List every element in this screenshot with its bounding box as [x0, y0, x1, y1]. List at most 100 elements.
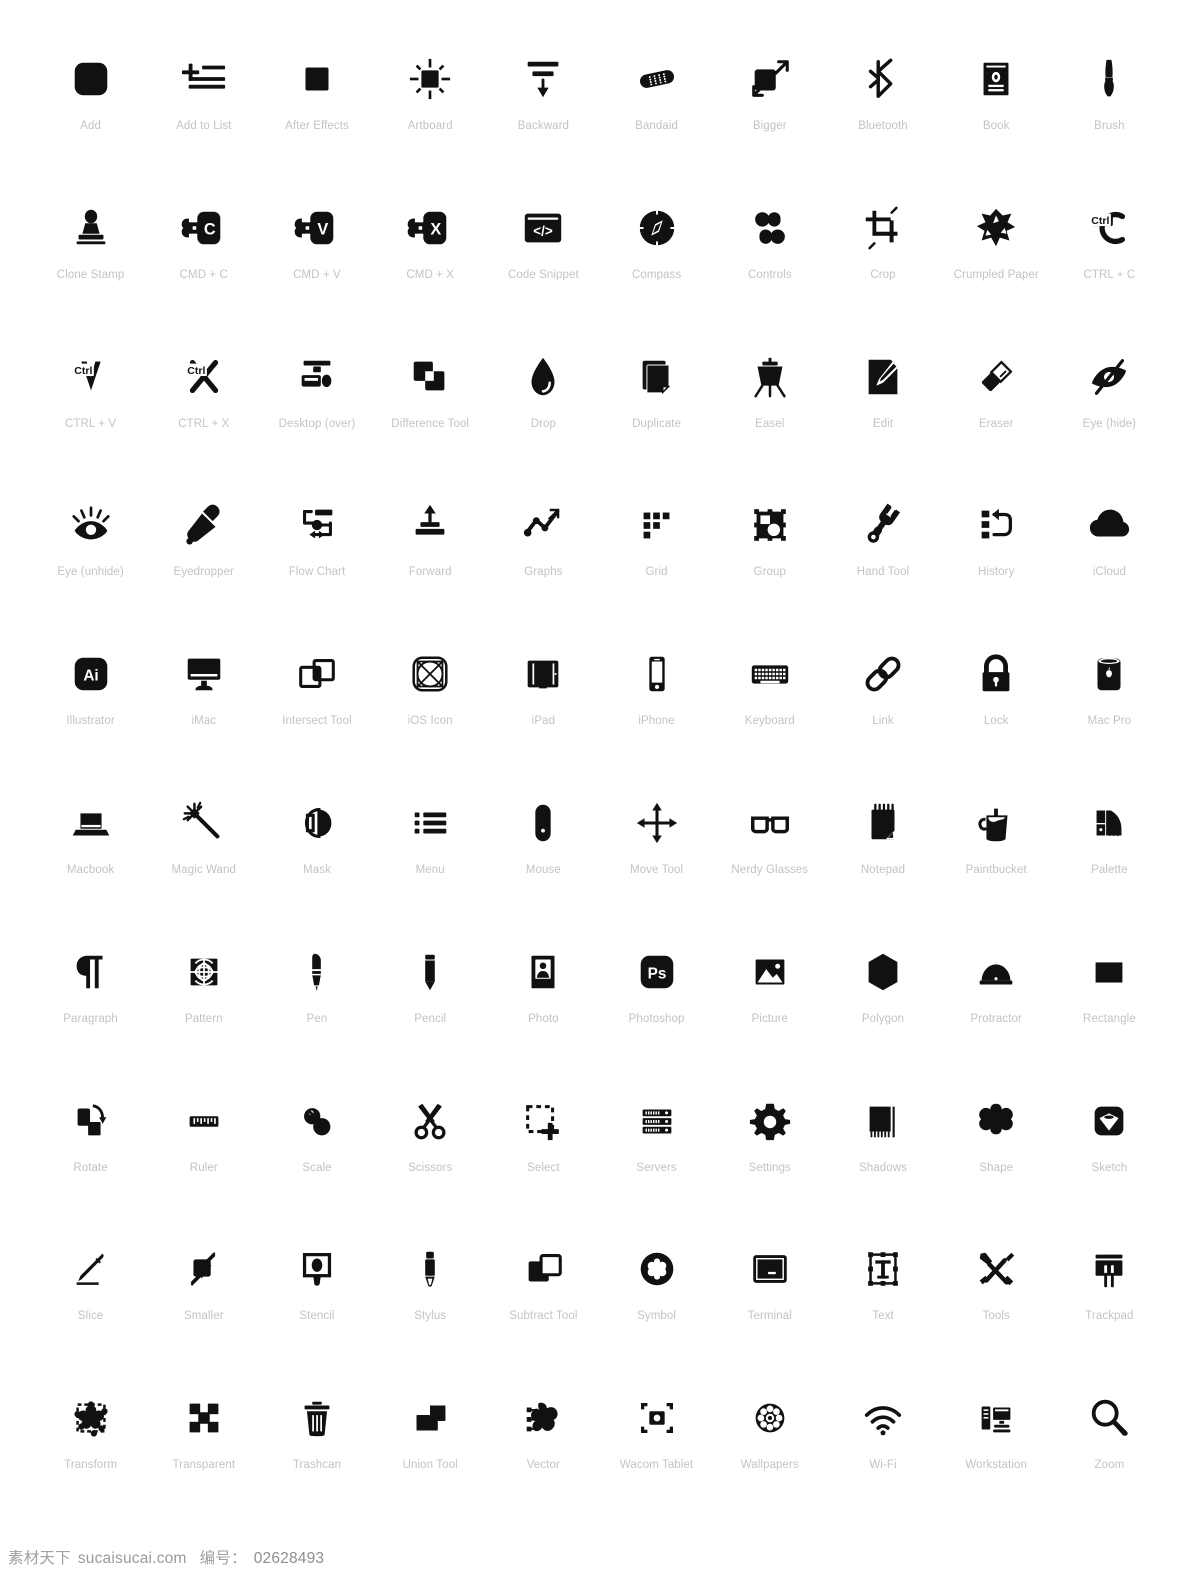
icon-cell[interactable]: Link — [826, 643, 939, 792]
lock-icon[interactable] — [968, 643, 1024, 705]
icon-cell[interactable]: iPhone — [600, 643, 713, 792]
icloud-icon[interactable] — [1081, 494, 1137, 556]
icon-cell[interactable]: Transform — [34, 1387, 147, 1536]
eye-hide-icon[interactable] — [1081, 346, 1137, 408]
desktop-over-icon[interactable] — [289, 346, 345, 408]
icon-cell[interactable]: Wacom Tablet — [600, 1387, 713, 1536]
icon-cell[interactable]: Ruler — [147, 1090, 260, 1239]
icon-cell[interactable]: Eraser — [940, 346, 1053, 495]
trackpad-icon[interactable] — [1081, 1238, 1137, 1300]
move-tool-icon[interactable] — [629, 792, 685, 854]
mask-icon[interactable] — [289, 792, 345, 854]
icon-cell[interactable]: Book — [940, 48, 1053, 197]
icon-cell[interactable]: Hand Tool — [826, 494, 939, 643]
icon-cell[interactable]: Keyboard — [713, 643, 826, 792]
icon-cell[interactable]: Pattern — [147, 941, 260, 1090]
icon-cell[interactable]: Magic Wand — [147, 792, 260, 941]
icon-cell[interactable]: Scale — [260, 1090, 373, 1239]
group-icon[interactable] — [742, 494, 798, 556]
icon-cell[interactable]: Rotate — [34, 1090, 147, 1239]
icon-cell[interactable]: Notepad — [826, 792, 939, 941]
icon-cell[interactable]: Add to List — [147, 48, 260, 197]
icon-cell[interactable]: Eye (unhide) — [34, 494, 147, 643]
sketch-icon[interactable] — [1081, 1090, 1137, 1152]
icon-cell[interactable]: Ctrl CTRL + V — [34, 346, 147, 495]
icon-cell[interactable]: Difference Tool — [374, 346, 487, 495]
notepad-icon[interactable] — [855, 792, 911, 854]
icon-cell[interactable]: Stencil — [260, 1238, 373, 1387]
icon-cell[interactable]: Mask — [260, 792, 373, 941]
eye-unhide-icon[interactable] — [63, 494, 119, 556]
icon-cell[interactable]: Eyedropper — [147, 494, 260, 643]
macbook-icon[interactable] — [63, 792, 119, 854]
icon-cell[interactable]: Scissors — [374, 1090, 487, 1239]
duplicate-icon[interactable] — [629, 346, 685, 408]
icon-cell[interactable]: Symbol — [600, 1238, 713, 1387]
eyedropper-icon[interactable] — [176, 494, 232, 556]
pattern-icon[interactable] — [176, 941, 232, 1003]
ctrl-x-icon[interactable]: Ctrl — [176, 346, 232, 408]
icon-cell[interactable]: After Effects — [260, 48, 373, 197]
smaller-icon[interactable] — [176, 1238, 232, 1300]
ctrl-c-icon[interactable]: Ctrl — [1081, 197, 1137, 259]
link-icon[interactable] — [855, 643, 911, 705]
ctrl-v-icon[interactable]: Ctrl — [63, 346, 119, 408]
picture-icon[interactable] — [742, 941, 798, 1003]
subtract-tool-icon[interactable] — [515, 1238, 571, 1300]
history-icon[interactable] — [968, 494, 1024, 556]
protractor-icon[interactable] — [968, 941, 1024, 1003]
icon-cell[interactable]: Wallpapers — [713, 1387, 826, 1536]
illustrator-icon[interactable]: Ai — [63, 643, 119, 705]
icon-cell[interactable]: V CMD + V — [260, 197, 373, 346]
icon-cell[interactable]: Bluetooth — [826, 48, 939, 197]
artboard-icon[interactable] — [402, 48, 458, 110]
icon-cell[interactable]: iPad — [487, 643, 600, 792]
icon-cell[interactable]: Group — [713, 494, 826, 643]
icon-cell[interactable]: iOS Icon — [374, 643, 487, 792]
icon-cell[interactable]: Tools — [940, 1238, 1053, 1387]
icon-cell[interactable]: Move Tool — [600, 792, 713, 941]
icon-cell[interactable]: Lock — [940, 643, 1053, 792]
icon-cell[interactable]: </> Code Snippet — [487, 197, 600, 346]
icon-cell[interactable]: Union Tool — [374, 1387, 487, 1536]
icon-cell[interactable]: Edit — [826, 346, 939, 495]
intersect-tool-icon[interactable] — [289, 643, 345, 705]
icon-cell[interactable]: Pen — [260, 941, 373, 1090]
icon-cell[interactable]: Settings — [713, 1090, 826, 1239]
vector-icon[interactable] — [515, 1387, 571, 1449]
icon-cell[interactable]: Intersect Tool — [260, 643, 373, 792]
workstation-icon[interactable] — [968, 1387, 1024, 1449]
icon-cell[interactable]: Ctrl CTRL + C — [1053, 197, 1166, 346]
difference-tool-icon[interactable] — [402, 346, 458, 408]
icon-cell[interactable]: Menu — [374, 792, 487, 941]
icon-cell[interactable]: Eye (hide) — [1053, 346, 1166, 495]
mac-pro-icon[interactable] — [1081, 643, 1137, 705]
tools-icon[interactable] — [968, 1238, 1024, 1300]
pencil-icon[interactable] — [402, 941, 458, 1003]
wallpapers-icon[interactable] — [742, 1387, 798, 1449]
icon-cell[interactable]: Text — [826, 1238, 939, 1387]
rotate-icon[interactable] — [63, 1090, 119, 1152]
icon-cell[interactable]: Brush — [1053, 48, 1166, 197]
wacom-tablet-icon[interactable] — [629, 1387, 685, 1449]
icon-cell[interactable]: Backward — [487, 48, 600, 197]
icon-cell[interactable]: Subtract Tool — [487, 1238, 600, 1387]
iphone-icon[interactable] — [629, 643, 685, 705]
icon-cell[interactable]: Sketch — [1053, 1090, 1166, 1239]
icon-cell[interactable]: Pencil — [374, 941, 487, 1090]
icon-cell[interactable]: Flow Chart — [260, 494, 373, 643]
icon-cell[interactable]: Bandaid — [600, 48, 713, 197]
icon-cell[interactable]: Controls — [713, 197, 826, 346]
paragraph-icon[interactable] — [63, 941, 119, 1003]
icon-cell[interactable]: Ctrl CTRL + X — [147, 346, 260, 495]
trashcan-icon[interactable] — [289, 1387, 345, 1449]
icon-cell[interactable]: Mouse — [487, 792, 600, 941]
icon-cell[interactable]: Macbook — [34, 792, 147, 941]
icon-cell[interactable]: Trackpad — [1053, 1238, 1166, 1387]
polygon-icon[interactable] — [855, 941, 911, 1003]
magic-wand-icon[interactable] — [176, 792, 232, 854]
icon-cell[interactable]: Trashcan — [260, 1387, 373, 1536]
icon-cell[interactable]: Crop — [826, 197, 939, 346]
grid-icon[interactable] — [629, 494, 685, 556]
controls-icon[interactable] — [742, 197, 798, 259]
